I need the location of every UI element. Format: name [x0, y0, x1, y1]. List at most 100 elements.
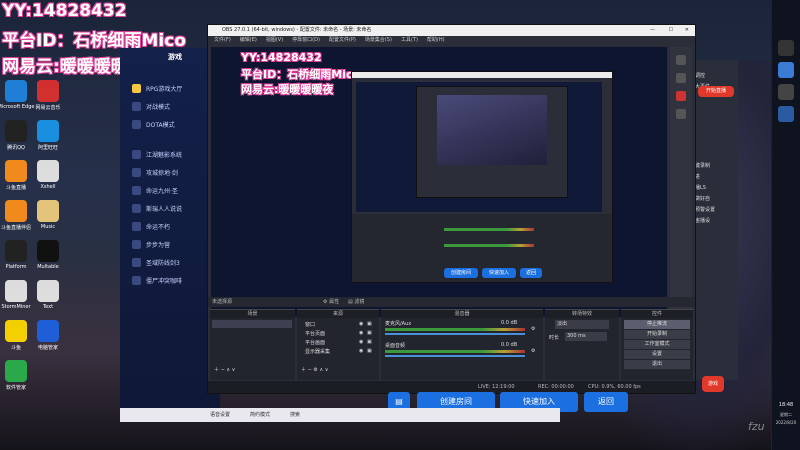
bottom-bar-item[interactable]: 语音设置: [210, 412, 230, 418]
scene-item[interactable]: [212, 320, 292, 328]
game-menu-icon: [132, 102, 141, 111]
game-menu-item[interactable]: 斯瑞人人说说: [146, 204, 182, 213]
mixer-settings-icon[interactable]: ⚙: [531, 348, 535, 354]
source-item[interactable]: 窗口: [305, 321, 315, 328]
taskbar-app-2[interactable]: [778, 62, 794, 78]
obs-side-toolbar: [670, 47, 692, 317]
desktop-icon-glyph: [5, 360, 27, 382]
bottom-bar-item[interactable]: 搜索: [290, 412, 300, 418]
source-item[interactable]: 平台页面: [305, 330, 325, 337]
obs-menu-item[interactable]: 停靠窗口(D): [292, 37, 320, 43]
transitions-dock-header: 转场特效: [545, 310, 619, 318]
game-menu-item[interactable]: 命运不朽: [146, 222, 170, 231]
desktop-icon[interactable]: Text: [26, 280, 70, 310]
game-menu-item[interactable]: 命运九州·圣: [146, 186, 178, 195]
obs-menu-item[interactable]: 编辑(E): [240, 37, 257, 43]
nested-back-button: 返回: [520, 268, 542, 278]
volume-slider[interactable]: [385, 333, 525, 335]
minimize-icon[interactable]: —: [650, 25, 655, 36]
visibility-icon[interactable]: ◉: [359, 330, 363, 336]
obs-menu-item[interactable]: 配置文件(P): [329, 37, 356, 43]
game-menu-item[interactable]: 对战模式: [146, 102, 170, 111]
obs-menu-item[interactable]: 文件(F): [214, 37, 231, 43]
control-button[interactable]: 设置: [624, 350, 690, 359]
properties-button[interactable]: ⚙ 属性: [323, 297, 339, 307]
nested-meter-2: [444, 244, 534, 247]
game-menu-item[interactable]: DOTA模式: [146, 120, 175, 129]
source-item[interactable]: 平台画面: [305, 339, 325, 346]
close-icon[interactable]: ✕: [685, 25, 689, 36]
filters-button[interactable]: ▤ 滤镜: [348, 297, 364, 307]
preview-overlay-yy: YY:14828432: [241, 51, 322, 64]
game-menu-icon: [132, 186, 141, 195]
mixer-track-level: 0.0 dB: [501, 320, 518, 326]
preview-overlay-platform: 平台ID：石桥细雨Mico: [241, 68, 361, 81]
volume-slider[interactable]: [385, 355, 525, 357]
desktop-icon[interactable]: Music: [26, 200, 70, 230]
toolbar-icon-2[interactable]: [676, 73, 686, 83]
clock-date: 2022/8/20: [775, 420, 797, 425]
game-button[interactable]: 游戏: [702, 376, 724, 392]
nested-quick-join-button: 快速加入: [482, 268, 516, 278]
control-button[interactable]: 开始录制: [624, 330, 690, 339]
control-button[interactable]: 工作室模式: [624, 340, 690, 349]
preview-overlay-netease: 网易云:暖暖暖暖夜: [241, 83, 334, 96]
desktop-icon-glyph: [5, 160, 27, 182]
game-menu-item[interactable]: 圣域防线剑3: [146, 258, 180, 267]
bottom-bar-item[interactable]: 简约模式: [250, 412, 270, 418]
mixer-settings-icon[interactable]: ⚙: [531, 326, 535, 332]
mixer-track-name: 桌面音频: [385, 343, 406, 349]
transitions-dock: 转场特效 淡出 时长 300 ms: [545, 309, 619, 380]
game-menu-item[interactable]: 攻城掠地·剑: [146, 168, 178, 177]
game-menu-item[interactable]: RPG游戏大厅: [146, 84, 182, 93]
desktop-icon[interactable]: 网易云音乐: [26, 80, 70, 111]
game-menu-icon: [132, 120, 141, 129]
desktop-icon[interactable]: 电脑管家: [26, 320, 70, 351]
lock-icon[interactable]: ▣: [367, 348, 372, 354]
sources-controls[interactable]: ＋ − ⚙ ∧ ∨: [301, 366, 328, 373]
visibility-icon[interactable]: ◉: [359, 339, 363, 345]
toolbar-icon-1[interactable]: [676, 55, 686, 65]
obs-menu-item[interactable]: 帮助(H): [427, 37, 445, 43]
desktop-icon-label: 网易云音乐: [35, 105, 61, 111]
back-button[interactable]: 返回: [584, 392, 628, 412]
game-menu-item[interactable]: 僵尸冲突咖啡: [146, 276, 182, 285]
desktop-icon-label: 阿里旺旺: [37, 145, 58, 151]
desktop-icon-glyph: [5, 320, 27, 342]
visibility-icon[interactable]: ◉: [359, 321, 363, 327]
transition-select[interactable]: 淡出: [555, 320, 609, 329]
desktop-icon[interactable]: Xshell: [26, 160, 70, 190]
taskbar-app-3[interactable]: [778, 84, 794, 100]
start-live-button[interactable]: 开始直播: [698, 86, 734, 97]
clock-weekday: 星期二: [780, 412, 792, 417]
toolbar-icon-4[interactable]: [676, 109, 686, 119]
scenes-dock: 场景 ＋ − ∧ ∨: [210, 309, 295, 380]
obs-menubar: 文件(F) 编辑(E) 视图(V) 停靠窗口(D) 配置文件(P) 场景集合(S) 工具(T…: [208, 36, 695, 45]
desktop-icon[interactable]: Multable: [26, 240, 70, 270]
sources-dock-header: 来源: [297, 310, 379, 318]
game-tab[interactable]: 游戏: [168, 52, 182, 62]
source-item[interactable]: 显示器采集: [305, 348, 330, 355]
visibility-icon[interactable]: ◉: [359, 348, 363, 354]
desktop-icon-label: Multable: [37, 264, 59, 270]
desktop-icon[interactable]: 阿里旺旺: [26, 120, 70, 151]
control-button[interactable]: 退出: [624, 360, 690, 369]
game-menu-item[interactable]: 江湖魅影系统: [146, 150, 182, 159]
control-button[interactable]: 停止推流: [624, 320, 690, 329]
taskbar-app-1[interactable]: [778, 40, 794, 56]
obs-menu-item[interactable]: 场景集合(S): [365, 37, 392, 43]
lock-icon[interactable]: ▣: [367, 321, 372, 327]
lock-icon[interactable]: ▣: [367, 330, 372, 336]
obs-menu-item[interactable]: 视图(V): [266, 37, 283, 43]
toolbar-icon-3[interactable]: [676, 91, 686, 101]
maximize-icon[interactable]: ☐: [669, 25, 673, 36]
taskbar-app-4[interactable]: [778, 106, 794, 122]
obs-window: OBS 27.0.1 (64-bit, windows) - 配置文件: 未命名…: [207, 24, 696, 394]
desktop-icon[interactable]: 软件管家: [0, 360, 38, 391]
scenes-add-remove[interactable]: ＋ − ∧ ∨: [214, 366, 235, 373]
duration-input[interactable]: 300 ms: [565, 332, 607, 341]
obs-menu-item[interactable]: 工具(T): [401, 37, 418, 43]
lock-icon[interactable]: ▣: [367, 339, 372, 345]
game-menu-icon: [132, 258, 141, 267]
game-menu-item[interactable]: 步步为营: [146, 240, 170, 249]
